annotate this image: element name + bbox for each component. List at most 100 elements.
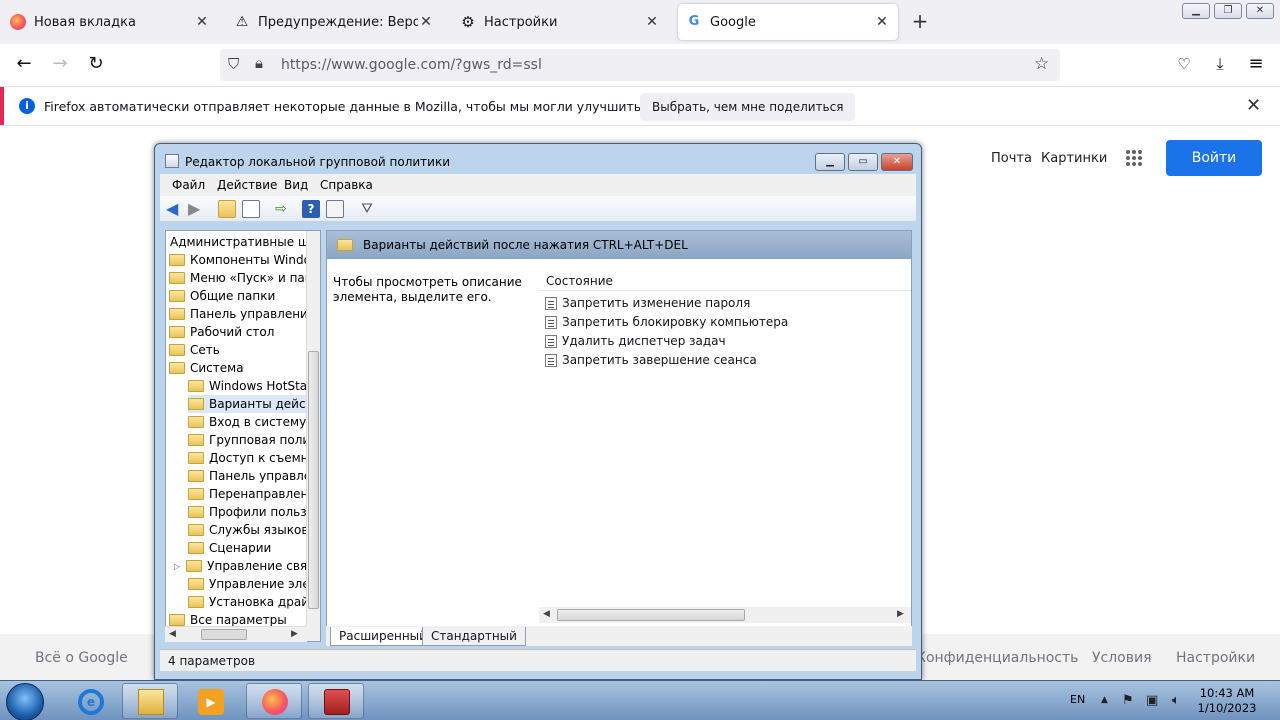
tree-item[interactable]: Установка драйве — [188, 593, 320, 611]
close-icon[interactable]: ✕ — [1246, 95, 1261, 116]
menu-icon[interactable]: ≡ — [1242, 53, 1270, 77]
tree-scroll-thumb[interactable] — [308, 351, 319, 609]
tree-item[interactable]: Панель управлен — [188, 467, 319, 485]
language-indicator[interactable]: EN — [1070, 693, 1085, 706]
tree-item[interactable]: Панель управления — [169, 305, 315, 323]
tree-item[interactable]: ▷ Управление связ — [174, 557, 314, 575]
back-arrow-icon[interactable]: ← — [10, 53, 38, 77]
show-hide-tree-icon[interactable] — [242, 200, 260, 218]
tree-item[interactable]: Windows HotStart — [188, 377, 317, 395]
reload-icon[interactable]: ↻ — [82, 53, 110, 77]
tree-item[interactable]: Доступ к съемны — [188, 449, 318, 467]
url-text[interactable]: https://www.google.com/?gws_rd=ssl — [281, 57, 542, 73]
scroll-right-icon[interactable]: ▶ — [291, 629, 298, 639]
setting-row[interactable]: Запретить блокировку компьютера — [545, 313, 788, 331]
settings-link[interactable]: Настройки — [1176, 650, 1255, 666]
tree-item[interactable]: Управление элек — [188, 575, 317, 593]
taskbar-policy-editor[interactable] — [308, 683, 364, 719]
tree-item[interactable]: Меню «Пуск» и пане — [169, 269, 320, 287]
tab-new-tab[interactable]: Новая вкладка ✕ — [2, 4, 218, 40]
properties-icon[interactable] — [326, 200, 344, 218]
forward-arrow-icon[interactable]: ▶ — [188, 200, 206, 218]
tree-item[interactable]: Общие папки — [169, 287, 275, 305]
start-button[interactable] — [6, 683, 44, 720]
close-icon[interactable]: ✕ — [194, 14, 210, 30]
clock[interactable]: 10:43 AM 1/10/2023 — [1196, 686, 1258, 716]
about-google-link[interactable]: Всё о Google — [35, 650, 128, 666]
tree-item[interactable]: Сеть — [169, 341, 220, 359]
scroll-right-icon[interactable]: ▶ — [897, 609, 904, 619]
maximize-button[interactable]: ▭ — [848, 153, 878, 171]
tree-item[interactable]: Вход в систему — [188, 413, 306, 431]
restore-button[interactable]: ❐ — [1214, 3, 1242, 19]
minimize-button[interactable]: ▁ — [815, 153, 845, 171]
details-hscroll-thumb[interactable] — [557, 609, 745, 621]
tree-item-system[interactable]: Система — [169, 359, 244, 377]
scroll-left-icon[interactable]: ◀ — [169, 629, 176, 639]
close-window-button[interactable]: ✕ — [1246, 3, 1274, 19]
tree-horizontal-scrollbar[interactable]: ◀ ▶ — [165, 626, 307, 642]
choose-data-button[interactable]: Выбрать, чем мне поделиться — [640, 93, 856, 121]
taskbar-explorer[interactable] — [122, 683, 178, 719]
tree-hscroll-thumb[interactable] — [201, 629, 247, 640]
bookmark-star-icon[interactable]: ☆ — [1034, 54, 1049, 74]
images-link[interactable]: Картинки — [1041, 151, 1107, 166]
export-list-icon[interactable]: ⇨ — [272, 200, 290, 218]
menu-view[interactable]: Вид — [284, 178, 308, 192]
filter-icon[interactable]: ⛛ — [358, 200, 376, 218]
menu-help[interactable]: Справка — [320, 178, 373, 192]
url-bar[interactable]: ⛉ 🔒︎ https://www.google.com/?gws_rd=ssl … — [220, 49, 1060, 81]
tree-item[interactable]: Рабочий стол — [169, 323, 274, 341]
details-horizontal-scrollbar[interactable]: ◀ ▶ — [539, 607, 911, 623]
help-icon[interactable]: ? — [302, 200, 320, 218]
pocket-icon[interactable]: ♡ — [1170, 53, 1198, 77]
lock-icon[interactable]: 🔒︎ — [255, 54, 263, 72]
forward-arrow-icon[interactable]: → — [46, 53, 74, 77]
back-arrow-icon[interactable]: ◀ — [166, 200, 184, 218]
tree-item[interactable]: Компоненты Windov — [169, 251, 318, 269]
tree-item-label: Сценарии — [209, 541, 272, 555]
expand-arrow-icon[interactable]: ▷ — [174, 562, 180, 571]
tab-extended[interactable]: Расширенный — [330, 627, 436, 646]
close-icon[interactable]: ✕ — [874, 14, 890, 30]
action-center-flag-icon[interactable]: ⚑ — [1122, 693, 1134, 708]
shield-icon[interactable]: ⛉ — [228, 55, 239, 73]
tree-item[interactable]: Перенаправлени — [188, 485, 316, 503]
close-icon[interactable]: ✕ — [644, 14, 660, 30]
tree-item-admin-templates[interactable]: Административные шаб — [170, 233, 320, 251]
up-folder-icon[interactable] — [218, 200, 236, 218]
close-window-button[interactable]: ✕ — [881, 153, 913, 171]
column-header-state[interactable]: Состояние — [539, 271, 911, 291]
tab-standard[interactable]: Стандартный — [422, 627, 526, 646]
setting-row[interactable]: Удалить диспетчер задач — [545, 332, 726, 350]
setting-row[interactable]: Запретить изменение пароля — [545, 294, 750, 312]
close-icon[interactable]: ✕ — [418, 14, 434, 30]
taskbar-ie[interactable]: e — [62, 683, 118, 719]
tab-settings[interactable]: ⚙ Настройки ✕ — [452, 4, 668, 40]
tab-google[interactable]: G Google ✕ — [678, 4, 898, 40]
signin-button[interactable]: Войти — [1166, 140, 1262, 176]
volume-muted-icon[interactable]: 🔈︎ — [1172, 693, 1180, 708]
menu-action[interactable]: Действие — [217, 178, 277, 192]
folder-icon — [186, 560, 203, 572]
show-hidden-icons-icon[interactable]: ▲ — [1101, 695, 1108, 705]
apps-grid-icon[interactable] — [1126, 150, 1142, 166]
menu-file[interactable]: Файл — [172, 178, 205, 192]
tree-item[interactable]: Сценарии — [188, 539, 271, 557]
gmail-link[interactable]: Почта — [991, 151, 1032, 166]
terms-link[interactable]: Условия — [1092, 650, 1152, 666]
minimize-button[interactable]: ▁ — [1182, 3, 1210, 19]
tab-warning[interactable]: ⚠ Предупреждение: Вероятная у ✕ — [226, 4, 442, 40]
setting-row[interactable]: Запретить завершение сеанса — [545, 351, 757, 369]
tree-item[interactable]: Профили пользо — [188, 503, 314, 521]
tree-item-ctrl-alt-del[interactable]: Варианты действ — [188, 395, 320, 413]
taskbar-media-player[interactable]: ▶ — [182, 683, 238, 719]
tree-item[interactable]: Службы языковь — [188, 521, 315, 539]
download-icon[interactable]: ⤓ — [1206, 53, 1234, 77]
new-tab-button[interactable]: + — [908, 10, 932, 34]
tree-item[interactable]: Групповая полит — [188, 431, 317, 449]
privacy-link[interactable]: Конфиденциальность — [916, 650, 1078, 666]
network-icon[interactable]: ▣ — [1146, 693, 1158, 708]
scroll-left-icon[interactable]: ◀ — [543, 609, 550, 619]
taskbar-firefox[interactable] — [246, 683, 302, 719]
